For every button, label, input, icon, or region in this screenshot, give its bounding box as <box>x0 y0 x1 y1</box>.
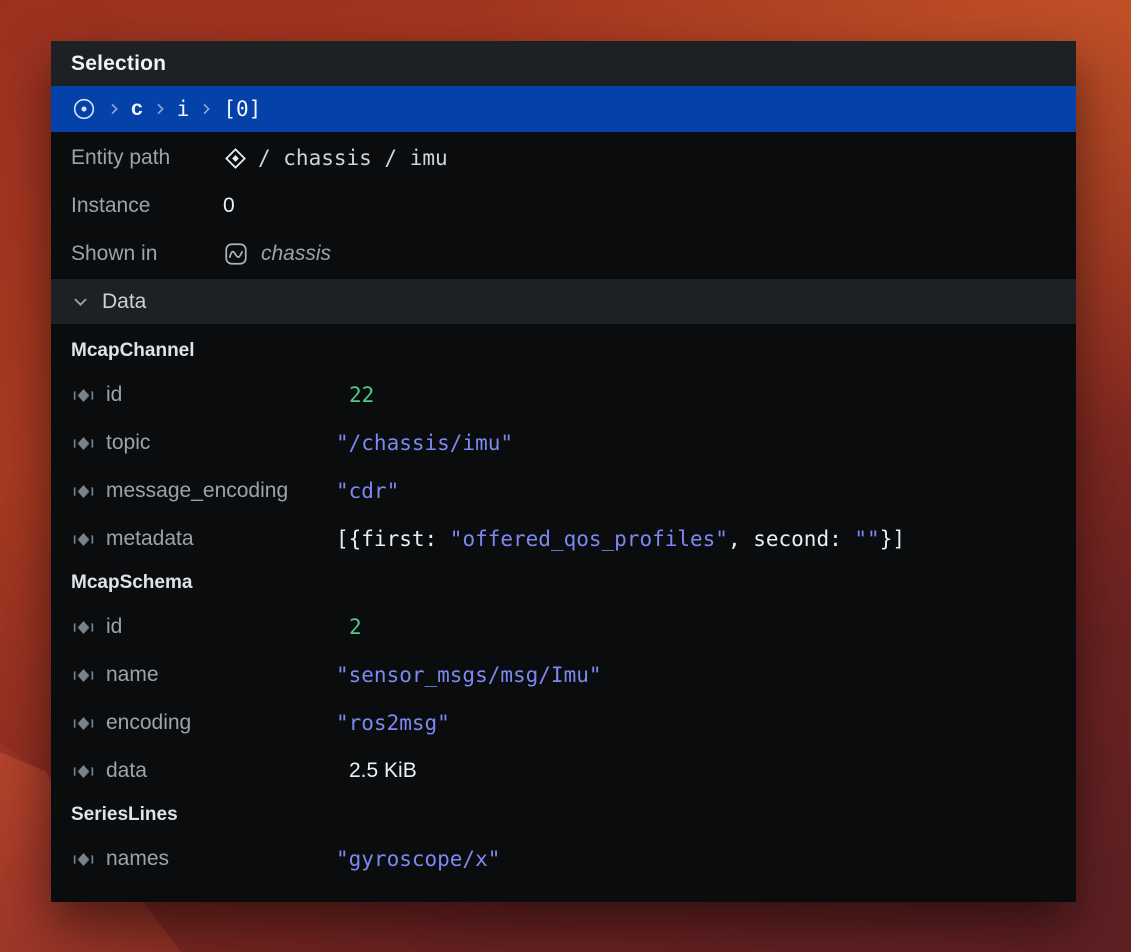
component-icon <box>71 759 96 784</box>
data-section-header[interactable]: Data <box>51 278 1076 325</box>
component-icon <box>71 847 96 872</box>
component-label: topic <box>106 431 150 455</box>
component-row-schema-data: data 2.5 KiB <box>51 747 1076 795</box>
instance-row: Instance 0 <box>51 182 1076 230</box>
component-row-id: id 22 <box>51 371 1076 419</box>
component-row-schema-encoding: encoding "ros2msg" <box>51 699 1076 747</box>
component-row-topic: topic "/chassis/imu" <box>51 419 1076 467</box>
timeseries-view-icon <box>223 241 249 267</box>
chevron-right-icon <box>152 101 168 117</box>
instance-label: Instance <box>71 194 223 218</box>
component-label: name <box>106 663 159 687</box>
selection-overview: Entity path / chassis / imu Instance 0 S… <box>51 132 1076 278</box>
component-icon <box>71 527 96 552</box>
shown-in-label: Shown in <box>71 242 223 266</box>
metadata-part: , second: <box>728 527 854 551</box>
group-label-serieslines: SeriesLines <box>51 795 1076 835</box>
metadata-part: "offered_qos_profiles" <box>450 527 728 551</box>
entity-path-value: / chassis / imu <box>258 146 448 170</box>
component-value: 22 <box>336 383 374 407</box>
breadcrumb-item-chassis[interactable]: c <box>131 97 143 121</box>
recording-icon[interactable] <box>71 96 97 122</box>
selection-panel: Selection c i [0] Entity path <box>51 41 1076 902</box>
component-row-names: names "gyroscope/x" <box>51 835 1076 883</box>
component-row-metadata: metadata [{first: "offered_qos_profiles"… <box>51 515 1076 563</box>
component-icon <box>71 431 96 456</box>
selection-panel-header: Selection <box>51 41 1076 86</box>
chevron-down-icon <box>71 292 90 311</box>
component-label: names <box>106 847 169 871</box>
instance-value: 0 <box>223 194 235 218</box>
entity-path-row: Entity path / chassis / imu <box>51 134 1076 182</box>
component-value: [{first: "offered_qos_profiles", second:… <box>336 527 905 551</box>
component-label: metadata <box>106 527 194 551</box>
entity-path-label: Entity path <box>71 146 223 170</box>
metadata-part: }] <box>880 527 905 551</box>
component-label: message_encoding <box>106 479 288 503</box>
component-icon <box>71 711 96 736</box>
component-value: "gyroscope/x" <box>336 847 500 871</box>
group-label-mcapchannel: McapChannel <box>51 331 1076 371</box>
chevron-right-icon <box>198 101 214 117</box>
entity-icon <box>223 146 248 171</box>
component-icon <box>71 663 96 688</box>
component-label: data <box>106 759 147 783</box>
metadata-part: "" <box>854 527 879 551</box>
shown-in-row: Shown in chassis <box>51 230 1076 278</box>
data-section-title: Data <box>102 290 146 314</box>
component-label: id <box>106 615 122 639</box>
component-label: encoding <box>106 711 191 735</box>
breadcrumb-item-imu[interactable]: i <box>177 97 190 121</box>
group-label-mcapschema: McapSchema <box>51 563 1076 603</box>
component-row-schema-id: id 2 <box>51 603 1076 651</box>
shown-in-view-link[interactable]: chassis <box>223 241 331 267</box>
component-icon <box>71 479 96 504</box>
breadcrumb-item-instance[interactable]: [0] <box>223 97 261 121</box>
component-value: "ros2msg" <box>336 711 450 735</box>
component-row-schema-name: name "sensor_msgs/msg/Imu" <box>51 651 1076 699</box>
component-value: 2.5 KiB <box>336 759 417 783</box>
shown-in-view-name: chassis <box>261 242 331 266</box>
component-icon <box>71 383 96 408</box>
chevron-right-icon <box>106 101 122 117</box>
data-section-body: McapChannel id 22 <box>51 325 1076 883</box>
metadata-part: [{first: <box>336 527 450 551</box>
component-value: "/chassis/imu" <box>336 431 513 455</box>
component-row-message-encoding: message_encoding "cdr" <box>51 467 1076 515</box>
component-label: id <box>106 383 122 407</box>
component-value: "sensor_msgs/msg/Imu" <box>336 663 602 687</box>
panel-title: Selection <box>71 52 166 76</box>
component-icon <box>71 615 96 640</box>
component-value: 2 <box>336 615 362 639</box>
breadcrumb: c i [0] <box>51 86 1076 132</box>
component-value: "cdr" <box>336 479 399 503</box>
